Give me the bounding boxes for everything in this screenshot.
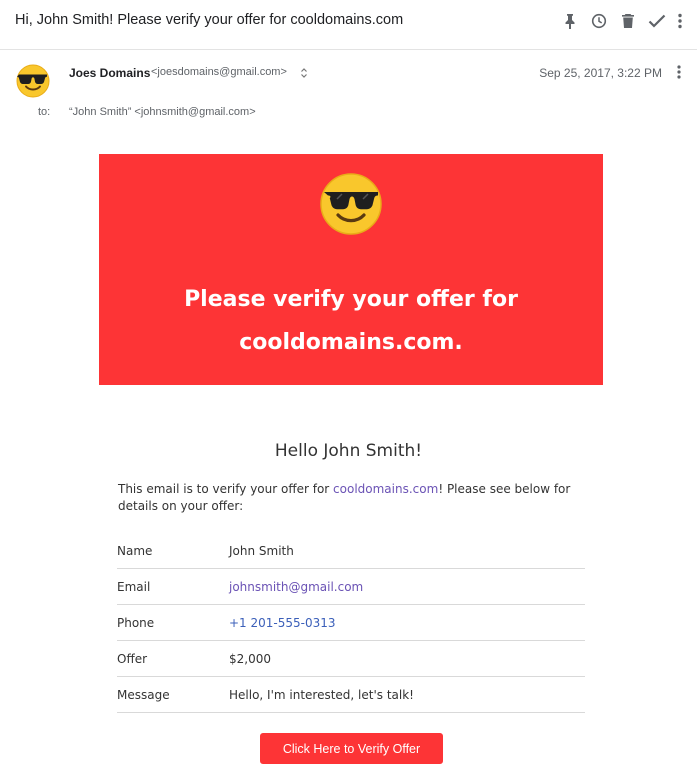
sender-name[interactable]: Joes Domains bbox=[69, 66, 150, 80]
sender-details-toggle-icon[interactable] bbox=[300, 66, 308, 78]
table-row: Name John Smith bbox=[117, 533, 585, 569]
hero-title-line-1: Please verify your offer for bbox=[184, 287, 518, 312]
intro-text: This email is to verify your offer for bbox=[118, 482, 334, 496]
table-row: Email johnsmith@gmail.com bbox=[117, 569, 585, 605]
message-more-icon[interactable] bbox=[671, 64, 687, 84]
hero-banner: Please verify your offer for cooldomains… bbox=[99, 154, 603, 385]
to-label: to: bbox=[38, 106, 51, 118]
avatar[interactable] bbox=[16, 64, 50, 98]
sender-email: <joesdomains@gmail.com> bbox=[151, 66, 287, 78]
email-subject: Hi, John Smith! Please verify your offer… bbox=[15, 12, 404, 28]
hero-title-line-2: cooldomains.com. bbox=[239, 330, 463, 355]
recipient: “John Smith” <johnsmith@gmail.com> bbox=[69, 106, 256, 118]
detail-label: Email bbox=[117, 580, 151, 594]
hero-title: Please verify your offer for cooldomains… bbox=[99, 278, 603, 364]
snooze-icon[interactable] bbox=[584, 10, 613, 32]
greeting-heading: Hello John Smith! bbox=[274, 441, 423, 461]
table-row: Phone +1 201-555-0313 bbox=[117, 605, 585, 641]
offer-details-table: Name John Smith Email johnsmith@gmail.co… bbox=[117, 533, 585, 713]
table-row: Message Hello, I'm interested, let's tal… bbox=[117, 677, 585, 713]
email-header-bar: Hi, John Smith! Please verify your offer… bbox=[0, 0, 697, 50]
detail-label: Name bbox=[117, 544, 153, 558]
detail-label: Offer bbox=[117, 652, 148, 666]
detail-value: $2,000 bbox=[229, 652, 271, 666]
email-date: Sep 25, 2017, 3:22 PM bbox=[539, 66, 662, 80]
verify-offer-button[interactable]: Click Here to Verify Offer bbox=[260, 733, 443, 764]
detail-label: Message bbox=[117, 688, 170, 702]
intro-paragraph: This email is to verify your offer for c… bbox=[118, 481, 588, 515]
sender-section: Joes Domains <joesdomains@gmail.com> Sep… bbox=[0, 58, 697, 128]
detail-label: Phone bbox=[117, 616, 155, 630]
table-row: Offer $2,000 bbox=[117, 641, 585, 677]
email-link[interactable]: johnsmith@gmail.com bbox=[229, 580, 363, 594]
delete-icon[interactable] bbox=[613, 10, 642, 32]
sunglasses-emoji-icon bbox=[319, 172, 383, 236]
domain-link[interactable]: cooldomains.com bbox=[333, 482, 438, 496]
done-icon[interactable] bbox=[642, 10, 671, 32]
phone-link[interactable]: +1 201-555-0313 bbox=[229, 616, 336, 630]
more-vert-icon[interactable] bbox=[671, 10, 689, 32]
detail-value: Hello, I'm interested, let's talk! bbox=[229, 688, 414, 702]
pin-icon[interactable] bbox=[555, 10, 584, 32]
detail-value: John Smith bbox=[229, 544, 294, 558]
toolbar bbox=[555, 10, 689, 32]
